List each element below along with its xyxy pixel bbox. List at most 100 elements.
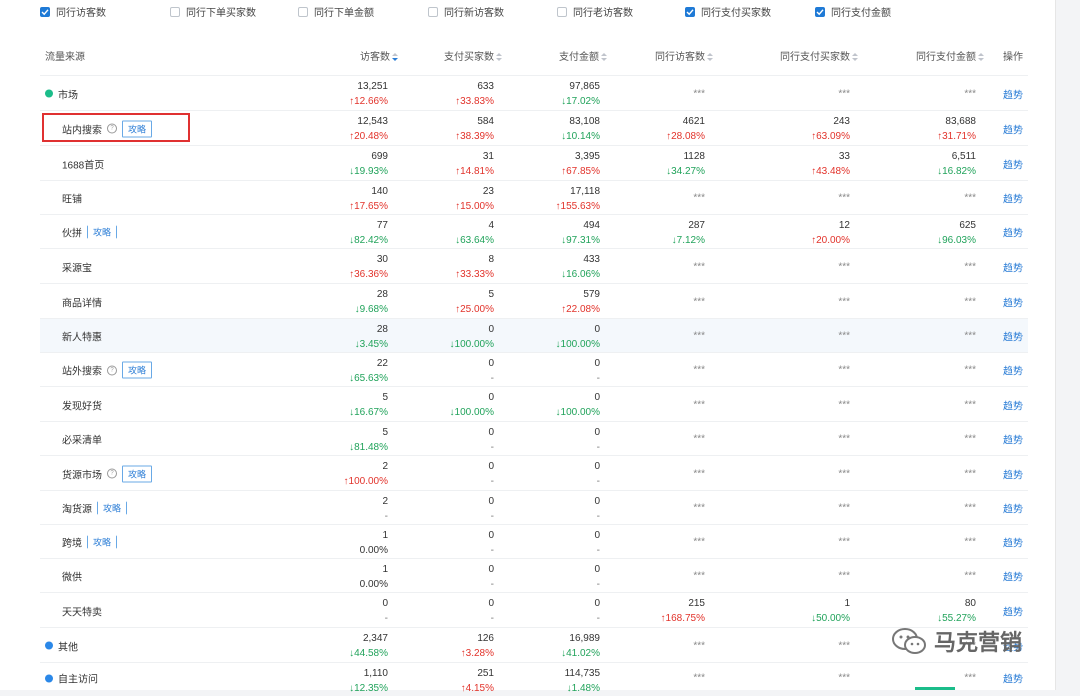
metric-change: ↑20.48% bbox=[349, 131, 388, 142]
metric-change: ↓81.48% bbox=[349, 442, 388, 453]
header-visitors[interactable]: 访客数 bbox=[360, 48, 398, 63]
header-amount[interactable]: 支付金额 bbox=[559, 48, 607, 63]
checkbox-checked-icon[interactable] bbox=[685, 6, 695, 17]
peer-metric-cell: 80 ↓55.27% bbox=[937, 596, 976, 626]
source-cell: 天天特卖 bbox=[62, 603, 102, 618]
header-peer-visitors[interactable]: 同行访客数 bbox=[655, 48, 713, 63]
trend-link[interactable]: 趋势 bbox=[1003, 466, 1023, 481]
sort-icon bbox=[496, 53, 502, 62]
header-peer-amount[interactable]: 同行支付金额 bbox=[916, 48, 984, 63]
metric-cell: 0 ↓100.00% bbox=[556, 390, 600, 420]
checkbox-icon[interactable] bbox=[170, 6, 180, 17]
guide-link[interactable]: 攻略 bbox=[87, 225, 118, 239]
wechat-icon bbox=[892, 628, 926, 654]
help-icon[interactable]: ? bbox=[107, 365, 117, 375]
metric-value: 0 bbox=[488, 496, 494, 507]
metric-value: 16,989 bbox=[569, 633, 600, 644]
filter-checkbox[interactable]: 同行老访客数 bbox=[557, 4, 633, 19]
source-name: 伙拼 bbox=[62, 228, 82, 240]
metric-change: ↓65.63% bbox=[349, 373, 388, 384]
trend-link[interactable]: 趋势 bbox=[1003, 156, 1023, 171]
trend-link[interactable]: 趋势 bbox=[1003, 432, 1023, 447]
sort-icon bbox=[601, 53, 607, 62]
table-row: 自主访问 1,110 ↓12.35% 251 ↑4.15% 114,735 ↓1.48% **… bbox=[40, 662, 1028, 694]
peer-metric-cell: 625 ↓96.03% bbox=[937, 218, 976, 248]
filter-checkbox[interactable]: 同行支付金额 bbox=[815, 4, 891, 19]
source-cell[interactable]: 市场 bbox=[45, 86, 78, 101]
trend-link[interactable]: 趋势 bbox=[1003, 671, 1023, 686]
source-cell: 发现好货 bbox=[62, 397, 102, 412]
guide-link[interactable]: 攻略 bbox=[87, 535, 118, 549]
checkbox-icon[interactable] bbox=[428, 6, 438, 17]
trend-link[interactable]: 趋势 bbox=[1003, 259, 1023, 274]
source-name: 必采清单 bbox=[62, 435, 102, 447]
peer-metric-change: ↑63.09% bbox=[811, 131, 850, 142]
checkbox-checked-icon[interactable] bbox=[815, 6, 825, 17]
collapse-dot-icon[interactable] bbox=[45, 89, 53, 98]
help-icon[interactable]: ? bbox=[107, 468, 117, 479]
checkbox-icon[interactable] bbox=[298, 6, 308, 17]
table-header: 流量来源 访客数 支付买家数 支付金额 同行访客数 同行支付买家数 同行支付金额… bbox=[40, 48, 1028, 66]
table-row: 微供 1 0.00% 0-0- *** *** *** 趋势 bbox=[40, 558, 1028, 593]
table-row: 必采清单 5 ↓81.48% 0-0- *** *** *** 趋势 bbox=[40, 421, 1028, 456]
trend-link[interactable]: 趋势 bbox=[1003, 225, 1023, 240]
filter-checkbox[interactable]: 同行访客数 bbox=[40, 4, 106, 19]
metric-cell: 579 ↑22.08% bbox=[561, 287, 600, 317]
peer-metric-change: ↓50.00% bbox=[811, 613, 850, 624]
header-buyers[interactable]: 支付买家数 bbox=[444, 48, 502, 63]
peer-metric-change: ↓16.82% bbox=[937, 166, 976, 177]
metric-value: 2,347 bbox=[362, 633, 388, 644]
source-cell[interactable]: 自主访问 bbox=[45, 671, 98, 686]
guide-link[interactable]: 攻略 bbox=[122, 465, 153, 482]
metric-value: 0 bbox=[488, 324, 494, 335]
source-cell[interactable]: 其他 bbox=[45, 638, 78, 653]
trend-link[interactable]: 趋势 bbox=[1003, 363, 1023, 378]
expand-dot-icon[interactable] bbox=[45, 674, 53, 682]
source-cell: 必采清单 bbox=[62, 432, 102, 447]
metric-value: 2 bbox=[382, 496, 388, 507]
table-row: 发现好货 5 ↓16.67% 0 ↓100.00% 0 ↓100.00% *** *** *** 趋… bbox=[40, 386, 1028, 422]
metric-change: - bbox=[596, 545, 600, 556]
guide-link[interactable]: 攻略 bbox=[97, 501, 128, 515]
metric-cell: 8 ↑33.33% bbox=[455, 252, 494, 282]
metric-cell: 22 ↓65.63% bbox=[349, 356, 388, 386]
metric-value: 633 bbox=[477, 81, 494, 92]
trend-link[interactable]: 趋势 bbox=[1003, 535, 1023, 550]
trend-link[interactable]: 趋势 bbox=[1003, 569, 1023, 584]
filter-checkbox[interactable]: 同行下单买家数 bbox=[170, 4, 256, 19]
metric-value: 433 bbox=[583, 254, 600, 265]
filter-checkbox[interactable]: 同行下单金额 bbox=[298, 4, 374, 19]
trend-link[interactable]: 趋势 bbox=[1003, 86, 1023, 101]
trend-link[interactable]: 趋势 bbox=[1003, 191, 1023, 206]
filter-checkbox[interactable]: 同行支付买家数 bbox=[685, 4, 771, 19]
header-peer-buyers[interactable]: 同行支付买家数 bbox=[780, 48, 858, 63]
trend-link[interactable]: 趋势 bbox=[1003, 329, 1023, 344]
filter-checkbox[interactable]: 同行新访客数 bbox=[428, 4, 504, 19]
metric-cell: 0- bbox=[594, 425, 600, 455]
metric-value: 12,543 bbox=[357, 116, 388, 127]
metric-value: 3,395 bbox=[574, 151, 600, 162]
trend-link[interactable]: 趋势 bbox=[1003, 121, 1023, 136]
trend-link[interactable]: 趋势 bbox=[1003, 397, 1023, 412]
table-row: 1688首页 699 ↓19.93% 31 ↑14.81% 3,395 ↑67.85% 112… bbox=[40, 145, 1028, 181]
metric-change: ↓100.00% bbox=[555, 339, 600, 350]
guide-link[interactable]: 攻略 bbox=[122, 361, 153, 379]
metric-change: ↑15.00% bbox=[455, 201, 494, 212]
peer-metric-change: ↑28.08% bbox=[666, 131, 705, 142]
trend-link[interactable]: 趋势 bbox=[1003, 603, 1023, 618]
source-name: 淘货源 bbox=[62, 504, 92, 516]
peer-hidden-value: *** bbox=[693, 536, 705, 548]
peer-hidden-value: *** bbox=[838, 433, 850, 445]
header-source: 流量来源 bbox=[45, 52, 85, 63]
metric-value: 2 bbox=[382, 461, 388, 472]
source-cell: 旺铺 bbox=[62, 191, 82, 206]
filter-label: 同行支付买家数 bbox=[701, 8, 771, 19]
checkbox-icon[interactable] bbox=[557, 6, 567, 17]
expand-dot-icon[interactable] bbox=[45, 641, 53, 650]
checkbox-checked-icon[interactable] bbox=[40, 6, 50, 17]
table-row: 商品详情 28 ↓9.68% 5 ↑25.00% 579 ↑22.08% *** *** *** 趋… bbox=[40, 283, 1028, 319]
metric-value: 28 bbox=[376, 324, 388, 335]
metric-value: 0 bbox=[594, 392, 600, 403]
trend-link[interactable]: 趋势 bbox=[1003, 501, 1023, 516]
trend-link[interactable]: 趋势 bbox=[1003, 294, 1023, 309]
